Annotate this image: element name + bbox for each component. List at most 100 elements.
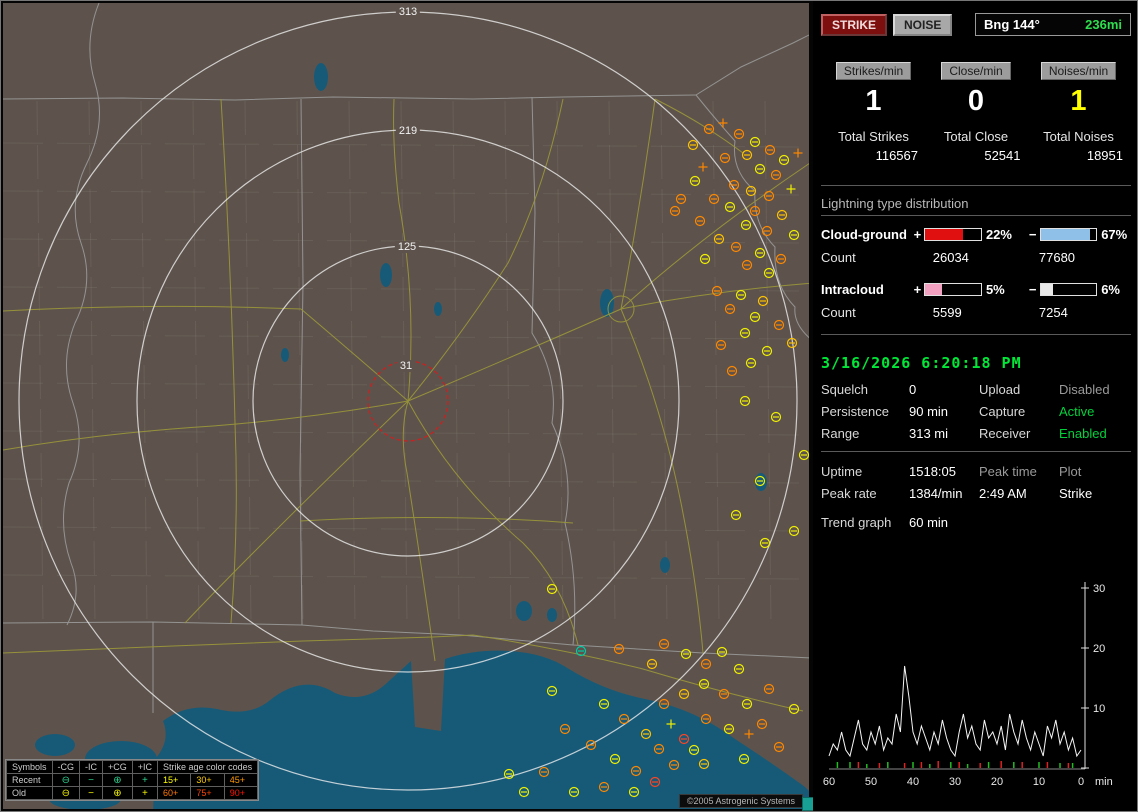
- upload-label: Upload: [979, 382, 1021, 397]
- ic-minus-count: 7254: [1038, 305, 1068, 320]
- noises-per-min-badge[interactable]: Noises/min: [1040, 62, 1117, 80]
- datetime-display: 3/16/2026 6:20:18 PM: [821, 354, 1022, 372]
- intracloud-count-row: Count 5599 7254: [821, 305, 1131, 320]
- strikes-rate-column: Strikes/min 1 Total Strikes 116567: [823, 62, 924, 163]
- ic-plus-pct: 5%: [985, 282, 1005, 297]
- legend-symbol: +: [131, 773, 159, 787]
- uptime-value: 1518:05: [909, 464, 956, 479]
- noises-rate-column: Noises/min 1 Total Noises 18951: [1028, 62, 1129, 163]
- intracloud-row: Intracloud + 5% − 6%: [821, 282, 1131, 297]
- strike-button[interactable]: STRIKE: [821, 13, 888, 36]
- squelch-value: 0: [909, 382, 917, 397]
- age-code: 75+: [190, 786, 225, 800]
- total-strikes-value: 116567: [875, 148, 918, 163]
- plus-sign: +: [913, 227, 922, 242]
- divider: [821, 451, 1131, 452]
- legend-symbol: ⊕: [102, 786, 133, 800]
- capture-value: Active: [1059, 404, 1095, 419]
- legend-old-label: Old: [6, 786, 53, 800]
- y-axis-tick-label: 20: [1093, 643, 1105, 655]
- lightning-map[interactable]: 313 219 125 31 Symbols -CG -IC +CG +IC Stri…: [3, 3, 809, 809]
- close-rate-column: Close/min 0 Total Close 52541: [926, 62, 1027, 163]
- x-axis-tick-label: 50: [865, 776, 877, 788]
- status-grid: Squelch 0 Upload Disabled Persistence 90…: [821, 382, 1131, 441]
- legend-recent-row: Recent ⊖ − ⊕ +15+ 30+ 45+: [6, 773, 259, 787]
- bearing-box: Bng 144° 236mi: [975, 13, 1131, 36]
- plot-value: Strike: [1059, 486, 1093, 501]
- trend-graph-row: Trend graph 60 min: [821, 515, 1131, 530]
- cloud-ground-label: Cloud-ground: [821, 227, 907, 242]
- cg-minus-pct: 67%: [1101, 227, 1128, 242]
- stats-grid: Uptime 1518:05 Peak time Plot Peak rate …: [821, 464, 1131, 501]
- range-label: Range: [821, 426, 860, 441]
- ic-plus-bar: [924, 283, 982, 296]
- legend-col-ic-plus: +IC: [131, 760, 159, 774]
- intracloud-label: Intracloud: [821, 282, 884, 297]
- age-code: 30+: [190, 773, 225, 787]
- peak-time-value: 2:49 AM: [979, 486, 1027, 501]
- strikes-per-min-value: 1: [865, 85, 882, 117]
- x-axis-unit-label: min: [1095, 776, 1113, 788]
- distribution-title: Lightning type distribution: [821, 196, 1131, 216]
- legend-symbol: −: [79, 773, 104, 787]
- x-axis-tick-label: 20: [991, 776, 1003, 788]
- peak-rate-value: 1384/min: [909, 486, 963, 501]
- y-axis-tick-label: 30: [1093, 583, 1105, 595]
- x-axis-tick-label: 40: [907, 776, 919, 788]
- x-axis-tick-label: 60: [823, 776, 835, 788]
- legend-header-row: Symbols -CG -IC +CG +IC Strike age color…: [6, 760, 259, 774]
- receiver-label: Receiver: [979, 426, 1031, 441]
- cg-minus-count: 77680: [1038, 250, 1076, 265]
- ic-plus-count: 5599: [932, 305, 962, 320]
- strikes-per-min-badge[interactable]: Strikes/min: [835, 62, 912, 80]
- cg-plus-count: 26034: [932, 250, 969, 265]
- legend-recent-label: Recent: [6, 773, 53, 787]
- legend-symbol: ⊖: [51, 786, 81, 800]
- age-code: 60+: [157, 786, 192, 800]
- range-value: 313 mi: [909, 426, 949, 441]
- close-per-min-badge[interactable]: Close/min: [941, 62, 1011, 80]
- close-per-min-value: 0: [967, 85, 985, 117]
- minus-sign: −: [1028, 282, 1037, 297]
- app-window: 313 219 125 31 Symbols -CG -IC +CG +IC Stri…: [0, 0, 1138, 812]
- uptime-label: Uptime: [821, 464, 863, 479]
- count-label: Count: [821, 250, 856, 265]
- noises-per-min-value: 1: [1070, 85, 1087, 117]
- cg-minus-bar: [1039, 228, 1098, 241]
- legend-col-age-codes: Strike age color codes: [157, 760, 259, 774]
- count-label: Count: [821, 305, 856, 320]
- squelch-label: Squelch: [821, 382, 868, 397]
- peak-rate-label: Peak rate: [821, 486, 877, 501]
- noise-button[interactable]: NOISE: [893, 13, 953, 36]
- trend-chart: 30 20 10 60 50 40 30 20 10 0 min: [823, 582, 1113, 788]
- y-axis-tick-label: 10: [1093, 703, 1105, 715]
- bearing-label: Bng 144°: [984, 17, 1040, 32]
- total-close-value: 52541: [984, 148, 1021, 163]
- legend-symbol: ⊖: [51, 773, 81, 787]
- plot-header: Plot: [1059, 464, 1082, 479]
- upload-value: Disabled: [1059, 382, 1110, 397]
- capture-label: Capture: [979, 404, 1026, 419]
- rate-counters: Strikes/min 1 Total Strikes 116567 Close…: [823, 62, 1129, 163]
- x-axis-tick-label: 10: [1033, 776, 1045, 788]
- legend-old-row: Old ⊖ − ⊕ +60+ 75+ 90+: [6, 786, 259, 800]
- legend-col-symbols: Symbols: [6, 760, 53, 774]
- age-code: 90+: [223, 786, 259, 800]
- age-code: 15+: [157, 773, 192, 787]
- receiver-value: Enabled: [1059, 426, 1107, 441]
- legend-symbol: +: [131, 786, 159, 800]
- peak-time-header: Peak time: [979, 464, 1037, 479]
- trend-window-value: 60 min: [909, 515, 949, 530]
- age-code: 45+: [223, 773, 259, 787]
- copyright-label: ©2005 Astrogenic Systems: [678, 794, 803, 808]
- panel-header: STRIKE NOISE Bng 144° 236mi: [821, 13, 1131, 36]
- total-noises-value: 18951: [1086, 148, 1123, 163]
- legend-col-cg-minus: -CG: [51, 760, 81, 774]
- divider: [821, 334, 1131, 335]
- total-strikes-label: Total Strikes: [838, 129, 909, 144]
- bearing-distance: 236mi: [1085, 17, 1122, 32]
- total-close-label: Total Close: [943, 129, 1009, 144]
- plus-sign: +: [913, 282, 922, 297]
- cloud-ground-count-row: Count 26034 77680: [821, 250, 1131, 265]
- legend-symbol: −: [79, 786, 104, 800]
